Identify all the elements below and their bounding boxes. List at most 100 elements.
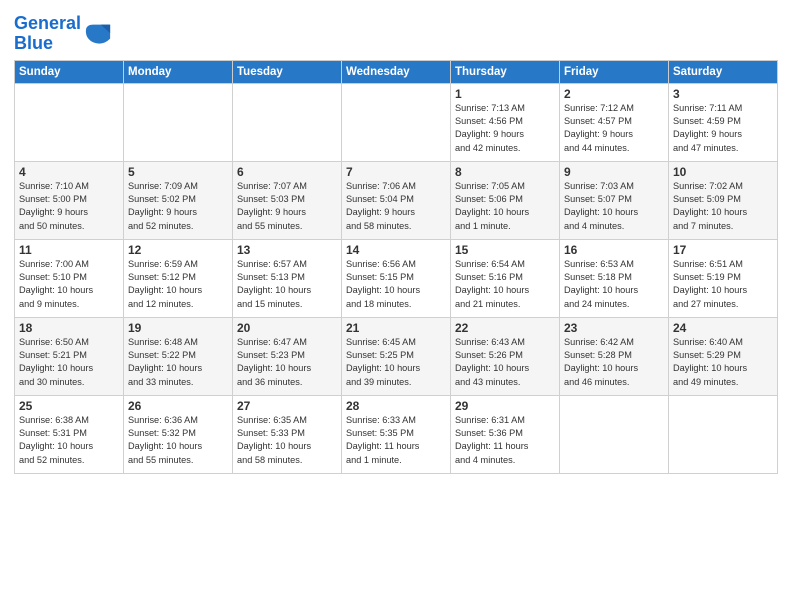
day-info: Sunrise: 6:36 AM Sunset: 5:32 PM Dayligh…	[128, 414, 228, 467]
day-number: 21	[346, 321, 446, 335]
day-number: 8	[455, 165, 555, 179]
day-number: 27	[237, 399, 337, 413]
day-number: 26	[128, 399, 228, 413]
day-cell: 6Sunrise: 7:07 AM Sunset: 5:03 PM Daylig…	[233, 161, 342, 239]
day-number: 5	[128, 165, 228, 179]
day-number: 11	[19, 243, 119, 257]
day-cell: 14Sunrise: 6:56 AM Sunset: 5:15 PM Dayli…	[342, 239, 451, 317]
day-number: 2	[564, 87, 664, 101]
week-row-2: 4Sunrise: 7:10 AM Sunset: 5:00 PM Daylig…	[15, 161, 778, 239]
day-info: Sunrise: 6:43 AM Sunset: 5:26 PM Dayligh…	[455, 336, 555, 389]
logo-icon	[84, 20, 112, 48]
day-info: Sunrise: 6:31 AM Sunset: 5:36 PM Dayligh…	[455, 414, 555, 467]
day-info: Sunrise: 6:40 AM Sunset: 5:29 PM Dayligh…	[673, 336, 773, 389]
day-cell: 24Sunrise: 6:40 AM Sunset: 5:29 PM Dayli…	[669, 317, 778, 395]
day-number: 23	[564, 321, 664, 335]
week-row-1: 1Sunrise: 7:13 AM Sunset: 4:56 PM Daylig…	[15, 83, 778, 161]
day-info: Sunrise: 6:48 AM Sunset: 5:22 PM Dayligh…	[128, 336, 228, 389]
logo-text2: Blue	[14, 34, 81, 54]
day-number: 16	[564, 243, 664, 257]
day-cell: 11Sunrise: 7:00 AM Sunset: 5:10 PM Dayli…	[15, 239, 124, 317]
day-number: 25	[19, 399, 119, 413]
day-cell: 18Sunrise: 6:50 AM Sunset: 5:21 PM Dayli…	[15, 317, 124, 395]
day-number: 28	[346, 399, 446, 413]
header: General Blue	[14, 10, 778, 54]
day-info: Sunrise: 7:12 AM Sunset: 4:57 PM Dayligh…	[564, 102, 664, 155]
logo-text: General	[14, 14, 81, 34]
day-cell: 13Sunrise: 6:57 AM Sunset: 5:13 PM Dayli…	[233, 239, 342, 317]
col-header-thursday: Thursday	[451, 60, 560, 83]
day-cell: 22Sunrise: 6:43 AM Sunset: 5:26 PM Dayli…	[451, 317, 560, 395]
day-info: Sunrise: 6:56 AM Sunset: 5:15 PM Dayligh…	[346, 258, 446, 311]
day-info: Sunrise: 6:33 AM Sunset: 5:35 PM Dayligh…	[346, 414, 446, 467]
day-number: 4	[19, 165, 119, 179]
day-info: Sunrise: 7:03 AM Sunset: 5:07 PM Dayligh…	[564, 180, 664, 233]
day-number: 29	[455, 399, 555, 413]
day-number: 15	[455, 243, 555, 257]
day-cell: 25Sunrise: 6:38 AM Sunset: 5:31 PM Dayli…	[15, 395, 124, 473]
day-info: Sunrise: 6:54 AM Sunset: 5:16 PM Dayligh…	[455, 258, 555, 311]
day-info: Sunrise: 6:50 AM Sunset: 5:21 PM Dayligh…	[19, 336, 119, 389]
day-cell: 8Sunrise: 7:05 AM Sunset: 5:06 PM Daylig…	[451, 161, 560, 239]
week-row-4: 18Sunrise: 6:50 AM Sunset: 5:21 PM Dayli…	[15, 317, 778, 395]
day-info: Sunrise: 6:53 AM Sunset: 5:18 PM Dayligh…	[564, 258, 664, 311]
day-cell: 7Sunrise: 7:06 AM Sunset: 5:04 PM Daylig…	[342, 161, 451, 239]
day-cell	[342, 83, 451, 161]
page-container: General Blue SundayMondayTuesdayWednesda…	[0, 0, 792, 482]
col-header-friday: Friday	[560, 60, 669, 83]
col-header-monday: Monday	[124, 60, 233, 83]
day-info: Sunrise: 7:00 AM Sunset: 5:10 PM Dayligh…	[19, 258, 119, 311]
day-number: 18	[19, 321, 119, 335]
day-info: Sunrise: 6:51 AM Sunset: 5:19 PM Dayligh…	[673, 258, 773, 311]
day-info: Sunrise: 6:57 AM Sunset: 5:13 PM Dayligh…	[237, 258, 337, 311]
week-row-3: 11Sunrise: 7:00 AM Sunset: 5:10 PM Dayli…	[15, 239, 778, 317]
day-cell: 20Sunrise: 6:47 AM Sunset: 5:23 PM Dayli…	[233, 317, 342, 395]
day-cell: 3Sunrise: 7:11 AM Sunset: 4:59 PM Daylig…	[669, 83, 778, 161]
day-cell: 5Sunrise: 7:09 AM Sunset: 5:02 PM Daylig…	[124, 161, 233, 239]
day-number: 13	[237, 243, 337, 257]
day-info: Sunrise: 7:11 AM Sunset: 4:59 PM Dayligh…	[673, 102, 773, 155]
col-header-saturday: Saturday	[669, 60, 778, 83]
day-cell	[669, 395, 778, 473]
day-info: Sunrise: 7:07 AM Sunset: 5:03 PM Dayligh…	[237, 180, 337, 233]
day-cell: 12Sunrise: 6:59 AM Sunset: 5:12 PM Dayli…	[124, 239, 233, 317]
day-cell: 28Sunrise: 6:33 AM Sunset: 5:35 PM Dayli…	[342, 395, 451, 473]
day-number: 10	[673, 165, 773, 179]
day-info: Sunrise: 7:02 AM Sunset: 5:09 PM Dayligh…	[673, 180, 773, 233]
day-cell: 1Sunrise: 7:13 AM Sunset: 4:56 PM Daylig…	[451, 83, 560, 161]
day-cell: 9Sunrise: 7:03 AM Sunset: 5:07 PM Daylig…	[560, 161, 669, 239]
day-number: 17	[673, 243, 773, 257]
day-cell	[124, 83, 233, 161]
day-info: Sunrise: 7:13 AM Sunset: 4:56 PM Dayligh…	[455, 102, 555, 155]
col-header-wednesday: Wednesday	[342, 60, 451, 83]
col-header-tuesday: Tuesday	[233, 60, 342, 83]
day-info: Sunrise: 6:35 AM Sunset: 5:33 PM Dayligh…	[237, 414, 337, 467]
logo: General Blue	[14, 14, 112, 54]
day-info: Sunrise: 7:10 AM Sunset: 5:00 PM Dayligh…	[19, 180, 119, 233]
day-number: 20	[237, 321, 337, 335]
week-row-5: 25Sunrise: 6:38 AM Sunset: 5:31 PM Dayli…	[15, 395, 778, 473]
day-cell: 4Sunrise: 7:10 AM Sunset: 5:00 PM Daylig…	[15, 161, 124, 239]
day-info: Sunrise: 7:09 AM Sunset: 5:02 PM Dayligh…	[128, 180, 228, 233]
day-number: 3	[673, 87, 773, 101]
day-number: 7	[346, 165, 446, 179]
day-number: 6	[237, 165, 337, 179]
day-number: 9	[564, 165, 664, 179]
day-number: 1	[455, 87, 555, 101]
day-cell: 29Sunrise: 6:31 AM Sunset: 5:36 PM Dayli…	[451, 395, 560, 473]
day-cell: 2Sunrise: 7:12 AM Sunset: 4:57 PM Daylig…	[560, 83, 669, 161]
day-info: Sunrise: 6:38 AM Sunset: 5:31 PM Dayligh…	[19, 414, 119, 467]
day-cell: 19Sunrise: 6:48 AM Sunset: 5:22 PM Dayli…	[124, 317, 233, 395]
day-cell: 16Sunrise: 6:53 AM Sunset: 5:18 PM Dayli…	[560, 239, 669, 317]
day-number: 24	[673, 321, 773, 335]
day-number: 12	[128, 243, 228, 257]
calendar-table: SundayMondayTuesdayWednesdayThursdayFrid…	[14, 60, 778, 474]
day-info: Sunrise: 7:05 AM Sunset: 5:06 PM Dayligh…	[455, 180, 555, 233]
day-info: Sunrise: 6:42 AM Sunset: 5:28 PM Dayligh…	[564, 336, 664, 389]
day-cell: 10Sunrise: 7:02 AM Sunset: 5:09 PM Dayli…	[669, 161, 778, 239]
day-info: Sunrise: 6:47 AM Sunset: 5:23 PM Dayligh…	[237, 336, 337, 389]
day-number: 19	[128, 321, 228, 335]
day-number: 22	[455, 321, 555, 335]
day-cell	[560, 395, 669, 473]
day-cell: 26Sunrise: 6:36 AM Sunset: 5:32 PM Dayli…	[124, 395, 233, 473]
